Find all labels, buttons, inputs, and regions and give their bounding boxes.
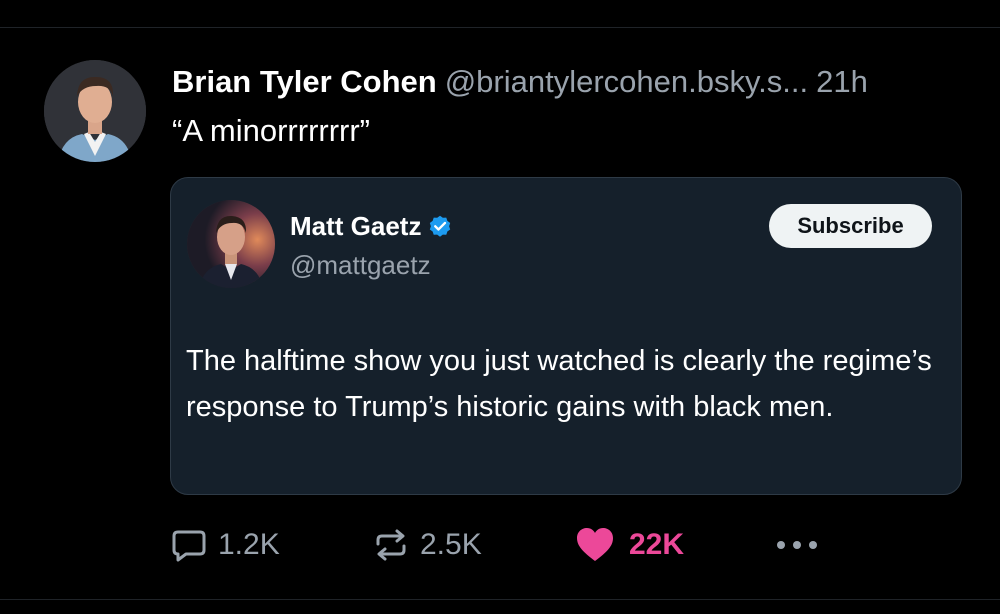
post-actions: 1.2K 2.5K 22K: [0, 520, 1000, 570]
comment-icon: [170, 526, 208, 564]
like-button[interactable]: 22K: [575, 520, 684, 570]
quoted-author-avatar[interactable]: [187, 200, 275, 288]
author-name[interactable]: Brian Tyler Cohen: [172, 64, 437, 99]
more-dots-icon: [775, 539, 819, 551]
person-avatar-icon: [44, 60, 146, 162]
quoted-post-card[interactable]: Matt Gaetz @mattgaetz Subscribe The half…: [170, 177, 962, 495]
heart-icon: [575, 526, 615, 564]
verified-badge-icon: [427, 213, 453, 239]
person-avatar-icon: [187, 200, 275, 288]
reply-button[interactable]: 1.2K: [170, 520, 280, 570]
author-handle[interactable]: @briantylercohen.bsky.s...: [445, 64, 808, 99]
quoted-post-text: The halftime show you just watched is cl…: [186, 345, 932, 423]
post-timestamp[interactable]: 21h: [816, 64, 868, 99]
repost-count: 2.5K: [420, 528, 482, 561]
subscribe-button[interactable]: Subscribe: [769, 204, 932, 248]
post-header: Brian Tyler Cohen @briantylercohen.bsky.s…: [172, 60, 972, 104]
more-options-button[interactable]: [775, 520, 819, 570]
quoted-name-row: Matt Gaetz: [290, 208, 453, 244]
repost-button[interactable]: 2.5K: [372, 520, 482, 570]
repost-icon: [372, 526, 410, 564]
bottom-divider: [0, 599, 1000, 600]
reply-count: 1.2K: [218, 528, 280, 561]
post-text: “A minorrrrrrrr”: [172, 113, 371, 148]
author-avatar[interactable]: [44, 60, 146, 162]
quoted-author-handle[interactable]: @mattgaetz: [290, 248, 431, 282]
like-count: 22K: [629, 528, 685, 561]
quoted-author-name[interactable]: Matt Gaetz: [290, 211, 421, 242]
top-divider: [0, 27, 1000, 28]
